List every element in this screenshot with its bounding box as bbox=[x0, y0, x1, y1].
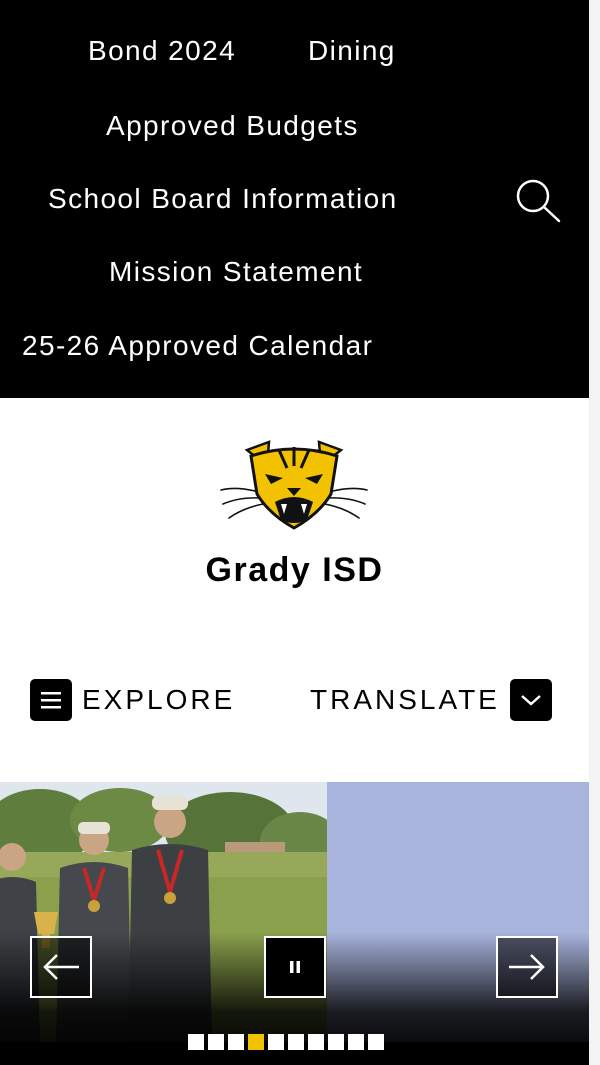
photo-slideshow bbox=[0, 782, 589, 1065]
nav-link-approved-budgets[interactable]: Approved Budgets bbox=[106, 112, 359, 140]
nav-link-approved-calendar[interactable]: 25-26 Approved Calendar bbox=[22, 332, 373, 360]
slide-indicator-dot[interactable] bbox=[188, 1034, 204, 1050]
search-button[interactable] bbox=[512, 176, 562, 226]
translate-label: TRANSLATE bbox=[310, 684, 500, 715]
slide-indicator-dot[interactable] bbox=[348, 1034, 364, 1050]
hamburger-icon bbox=[30, 679, 72, 721]
nav-link-bond-2024[interactable]: Bond 2024 bbox=[88, 37, 236, 65]
top-navigation: Bond 2024 Dining Approved Budgets School… bbox=[0, 0, 589, 398]
page: Bond 2024 Dining Approved Budgets School… bbox=[0, 0, 589, 1065]
pause-icon bbox=[290, 961, 300, 973]
nav-link-dining[interactable]: Dining bbox=[308, 37, 396, 65]
chevron-down-icon bbox=[509, 679, 552, 721]
slide-indicator-dot[interactable] bbox=[368, 1034, 384, 1050]
pause-slideshow-button[interactable] bbox=[264, 936, 326, 998]
slide-indicator-dot[interactable] bbox=[208, 1034, 224, 1050]
slide-indicator-dot[interactable] bbox=[268, 1034, 284, 1050]
arrow-right-icon bbox=[509, 954, 545, 980]
slide-indicator-dot[interactable] bbox=[308, 1034, 324, 1050]
slide-indicator-dot[interactable] bbox=[248, 1034, 264, 1050]
slide-indicator-dot[interactable] bbox=[328, 1034, 344, 1050]
explore-menu-button[interactable]: EXPLORE bbox=[30, 679, 235, 721]
slide-indicator-dot[interactable] bbox=[288, 1034, 304, 1050]
scrollbar-gutter[interactable] bbox=[589, 0, 600, 1065]
nav-link-school-board-information[interactable]: School Board Information bbox=[48, 185, 398, 213]
slide-indicators bbox=[188, 1034, 384, 1050]
search-icon bbox=[516, 179, 561, 223]
slide-indicator-dot[interactable] bbox=[228, 1034, 244, 1050]
site-title[interactable]: Grady ISD bbox=[0, 551, 589, 590]
nav-link-mission-statement[interactable]: Mission Statement bbox=[109, 258, 363, 286]
explore-label: EXPLORE bbox=[82, 684, 236, 715]
previous-slide-button[interactable] bbox=[30, 936, 92, 998]
next-slide-button[interactable] bbox=[496, 936, 558, 998]
wildcat-logo[interactable] bbox=[219, 440, 369, 532]
arrow-left-icon bbox=[43, 954, 79, 980]
translate-button[interactable]: TRANSLATE bbox=[310, 679, 552, 721]
